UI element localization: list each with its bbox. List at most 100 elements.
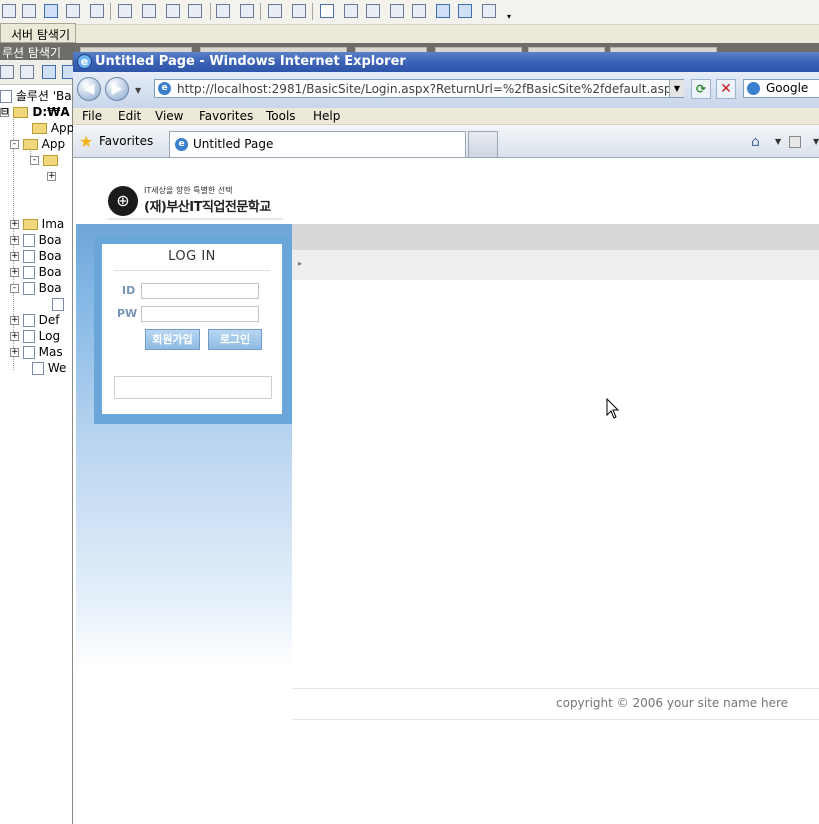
comment-box-icon[interactable] — [320, 4, 334, 18]
page-icon — [22, 314, 35, 327]
tree-item[interactable]: + Boa — [10, 248, 62, 264]
tree-item[interactable]: + Boa — [10, 232, 62, 248]
feeds-icon[interactable] — [789, 136, 801, 148]
menu-edit[interactable]: Edit — [118, 109, 141, 123]
document-icon[interactable] — [22, 4, 36, 18]
menu-favorites[interactable]: Favorites — [199, 109, 253, 123]
hierarchy-icon[interactable] — [2, 4, 16, 18]
grid-icon[interactable] — [118, 4, 132, 18]
logo-tagline: IT세상을 향한 특별한 선택 — [144, 186, 233, 195]
expand-icon[interactable]: + — [10, 268, 19, 277]
refresh-icon[interactable] — [42, 65, 56, 79]
vs-toolbar: ▾ — [0, 0, 819, 25]
login-button[interactable]: 로그인 — [208, 329, 262, 350]
page-icon — [22, 330, 35, 343]
copyright-text: copyright © 2006 your site name here — [556, 696, 789, 710]
tree-item[interactable]: + Ima — [10, 216, 64, 232]
tree-item[interactable]: - Boa — [10, 280, 62, 296]
back-arrow-icon[interactable] — [436, 4, 450, 18]
home-icon[interactable]: ⌂ — [751, 134, 760, 150]
expand-icon[interactable]: + — [10, 348, 19, 357]
id-field[interactable] — [141, 283, 259, 299]
address-url[interactable]: http://localhost:2981/BasicSite/Login.as… — [177, 82, 679, 96]
back-button[interactable]: ◀ — [77, 77, 101, 101]
page-icon — [22, 250, 35, 263]
folder-open-icon — [22, 139, 38, 150]
menu-tools[interactable]: Tools — [266, 109, 296, 123]
tree-item[interactable]: 솔루션 'Ba — [0, 88, 72, 104]
expand-icon[interactable]: + — [10, 236, 19, 245]
tab-untitled-page[interactable]: e Untitled Page — [169, 131, 466, 157]
search-box[interactable]: Google — [743, 79, 819, 98]
edit-icon[interactable] — [44, 4, 58, 18]
show-all-icon[interactable] — [20, 65, 34, 79]
master-page-icon — [22, 346, 35, 359]
folder-icon — [22, 219, 38, 230]
address-dropdown-icon[interactable]: ▼ — [669, 80, 684, 97]
history-dropdown-icon[interactable]: ▼ — [135, 86, 141, 95]
tree-item[interactable]: + Mas — [10, 344, 63, 360]
comment-prev-icon[interactable] — [390, 4, 404, 18]
navigation-bar: ◀ ▶ ▼ e http://localhost:2981/BasicSite/… — [73, 72, 819, 108]
tree-item[interactable]: We — [32, 360, 66, 376]
refresh-button[interactable]: ⟳ — [691, 79, 711, 99]
favorites-star-icon[interactable]: ★ — [79, 134, 93, 150]
join-button[interactable]: 회원가입 — [145, 329, 200, 350]
tree-item[interactable]: + Def — [10, 312, 60, 328]
expand-icon[interactable]: + — [47, 172, 56, 181]
comment-edit-icon[interactable] — [412, 4, 426, 18]
cursor-icon[interactable] — [166, 4, 180, 18]
new-tab-button[interactable] — [468, 131, 498, 157]
tree-item[interactable]: + Log — [10, 328, 60, 344]
login-panel: LOG IN ID PW 회원가입 로그인 — [94, 236, 292, 424]
tree-item[interactable]: ⊟ D:₩A — [0, 104, 70, 120]
tree-item[interactable]: - App — [10, 136, 65, 152]
menu-help[interactable]: Help — [313, 109, 340, 123]
numbered-list-icon[interactable] — [292, 4, 306, 18]
folder-icon — [13, 107, 29, 118]
toolbar-overflow-icon[interactable]: ▾ — [505, 12, 513, 22]
server-explorer-tab[interactable]: 서버 탐색기 — [0, 23, 76, 43]
password-field[interactable] — [141, 306, 259, 322]
tree-item[interactable]: App — [32, 120, 74, 136]
tab-bar: ★ Favorites e Untitled Page ⌂ ▼ ▼ — [73, 125, 819, 158]
list-icon[interactable] — [268, 4, 282, 18]
forward-arrow-icon[interactable] — [458, 4, 472, 18]
tree-item[interactable]: + — [47, 168, 56, 184]
favorites-button[interactable]: Favorites — [99, 134, 153, 148]
properties-icon[interactable] — [0, 65, 14, 79]
menu-file[interactable]: File — [82, 109, 102, 123]
expand-icon[interactable]: + — [10, 316, 19, 325]
site-logo[interactable]: ⊕ IT세상을 향한 특별한 선택 (재)부산IT직업전문학교 — [108, 182, 283, 220]
comment-next-icon[interactable] — [366, 4, 380, 18]
expand-icon[interactable]: + — [10, 332, 19, 341]
collapse-icon[interactable]: - — [30, 156, 39, 165]
home-dropdown-icon[interactable]: ▼ — [775, 137, 781, 146]
collapse-icon[interactable]: - — [10, 284, 19, 293]
tree-item[interactable] — [52, 296, 64, 312]
header-band — [292, 224, 819, 250]
expand-icon[interactable]: + — [10, 252, 19, 261]
outdent-icon[interactable] — [216, 4, 230, 18]
run-icon[interactable] — [66, 4, 80, 18]
font-icon[interactable] — [188, 4, 202, 18]
divider — [114, 270, 270, 271]
feeds-dropdown-icon[interactable]: ▼ — [813, 137, 819, 146]
login-message-box — [114, 376, 272, 399]
server-explorer-label: 서버 탐색기 — [11, 28, 71, 42]
menu-view[interactable]: View — [155, 109, 183, 123]
indent-icon[interactable] — [240, 4, 254, 18]
bubble-icon[interactable] — [482, 4, 496, 18]
tree-item[interactable]: + Boa — [10, 264, 62, 280]
address-bar[interactable]: e http://localhost:2981/BasicSite/Login.… — [154, 79, 684, 98]
stop-button[interactable]: ✕ — [716, 79, 736, 99]
collapse-icon[interactable]: - — [10, 140, 19, 149]
forward-button[interactable]: ▶ — [105, 77, 129, 101]
debug-icon[interactable] — [90, 4, 104, 18]
expand-icon[interactable]: + — [10, 220, 19, 229]
collapse-icon[interactable]: ⊟ — [0, 108, 9, 117]
tree-item[interactable]: - — [30, 152, 58, 168]
link-icon[interactable] — [142, 4, 156, 18]
comment-icon[interactable] — [344, 4, 358, 18]
window-titlebar[interactable]: e Untitled Page - Windows Internet Explo… — [73, 52, 819, 72]
